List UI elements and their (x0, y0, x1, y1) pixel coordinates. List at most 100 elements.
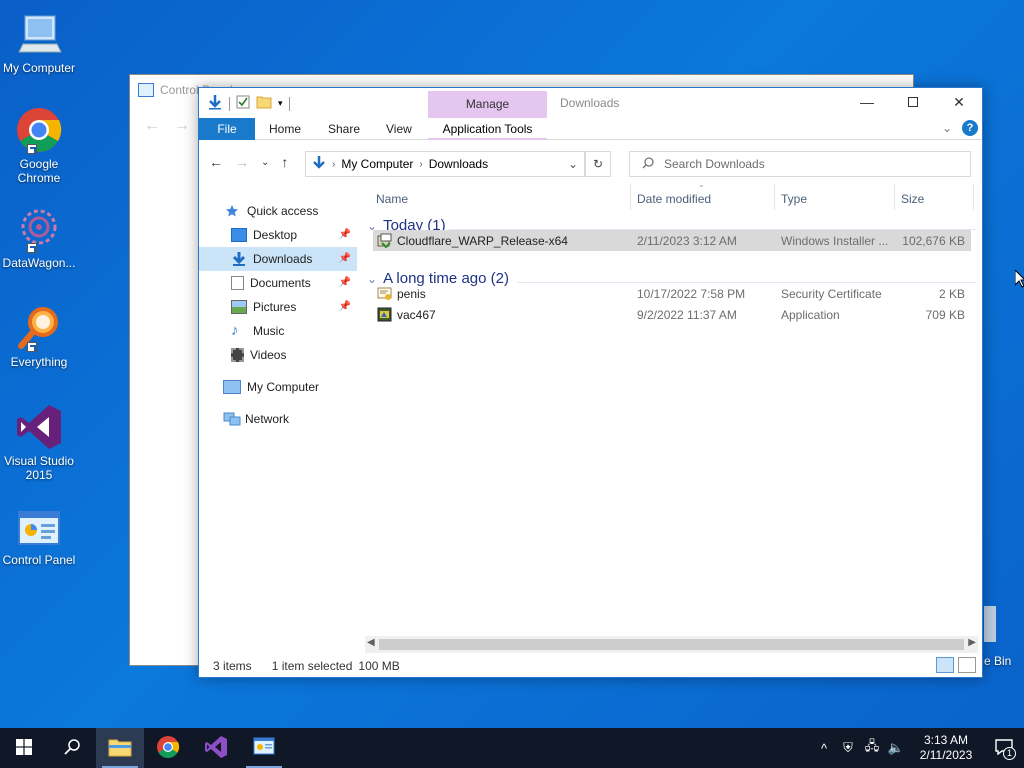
desktop-icon-label: DataWagon... (2, 256, 76, 270)
shortcut-arrow-icon (27, 144, 37, 154)
details-view-icon[interactable] (936, 657, 954, 673)
properties-checkbox-icon[interactable] (236, 95, 250, 112)
new-folder-icon[interactable] (256, 95, 272, 112)
breadcrumb-downloads[interactable]: Downloads (429, 157, 488, 171)
music-note-icon: ♪ (231, 322, 239, 339)
sort-indicator-icon: ⌄ (698, 180, 705, 189)
desktop-icon-label: e Bin (984, 654, 1012, 668)
table-row[interactable]: Cloudflare_WARP_Release-x64 2/11/2023 3:… (373, 230, 971, 251)
desktop-icon-control-panel[interactable]: Control Panel (0, 510, 78, 567)
sidebar-item-label: Videos (250, 348, 287, 362)
column-header-date-modified[interactable]: Date modified (637, 192, 711, 206)
download-arrow-icon[interactable] (207, 94, 223, 113)
pin-icon[interactable]: 📌 (339, 229, 351, 240)
taskbar-control-panel[interactable] (240, 728, 288, 768)
column-separator (894, 184, 895, 210)
desktop-icon-datawagon[interactable]: DataWagon... (0, 205, 78, 270)
sidebar-item-desktop[interactable]: Desktop 📌 (199, 223, 357, 247)
forward-arrow-icon[interactable]: → (235, 154, 249, 170)
sidebar-item-network[interactable]: Network (199, 407, 357, 431)
action-center-button[interactable]: 1 (984, 728, 1024, 768)
scroll-right-icon[interactable]: ▶ (968, 637, 976, 648)
tab-share[interactable]: Share (328, 118, 360, 140)
customize-dropdown-icon[interactable]: ▾ (278, 98, 283, 109)
network-status-icon[interactable]: 🖧 (860, 737, 884, 759)
show-hidden-icons-chevron-icon[interactable]: ^ (812, 741, 836, 756)
help-icon[interactable]: ? (962, 120, 978, 136)
large-icons-view-icon[interactable] (958, 657, 976, 673)
desktop-icon-label: Visual Studio 2015 (4, 454, 74, 482)
search-input[interactable]: Search Downloads (629, 151, 971, 177)
clock-date: 2/11/2023 (919, 748, 973, 762)
file-explorer-window[interactable]: ▾ Manage Downloads — ✕ File Home Share V… (198, 87, 983, 678)
column-header-size[interactable]: Size (901, 192, 924, 206)
sidebar-item-label: Quick access (247, 204, 319, 218)
taskbar-file-explorer[interactable] (96, 728, 144, 768)
pin-icon[interactable]: 📌 (339, 277, 351, 288)
maximize-button[interactable] (890, 88, 936, 116)
column-separator (774, 184, 775, 210)
breadcrumb-my-computer[interactable]: My Computer (341, 157, 413, 171)
desktop-icon-recycle-bin[interactable]: e Bin (984, 606, 1024, 668)
column-separator (630, 184, 631, 210)
control-panel-small-icon (138, 83, 154, 97)
search-button[interactable] (48, 728, 96, 768)
expand-ribbon-chevron-icon[interactable]: ⌄ (942, 121, 952, 135)
horizontal-scrollbar[interactable]: ◀ ▶ (365, 636, 978, 653)
computer-icon (15, 10, 63, 58)
volume-icon[interactable]: 🔈 (884, 740, 908, 756)
downloads-folder-icon (312, 155, 326, 173)
file-name: vac467 (397, 307, 436, 322)
sidebar-item-quick-access[interactable]: Quick access (199, 199, 357, 223)
star-icon (225, 204, 241, 218)
downloads-arrow-icon (231, 252, 247, 266)
up-arrow-icon[interactable]: ↑ (281, 154, 288, 170)
desktop-icon-my-computer[interactable]: My Computer (0, 10, 78, 75)
column-header-name[interactable]: Name (376, 192, 408, 206)
security-alert-icon[interactable]: ⛨ (836, 740, 860, 756)
column-header-type[interactable]: Type (781, 192, 807, 206)
table-row[interactable]: vac467 9/2/2022 11:37 AM Application 709… (373, 304, 971, 325)
sidebar-item-documents[interactable]: Documents 📌 (199, 271, 357, 295)
file-size: 102,676 KB (902, 233, 965, 248)
start-button[interactable] (0, 728, 48, 768)
scroll-left-icon[interactable]: ◀ (367, 637, 375, 648)
sidebar-item-downloads[interactable]: Downloads 📌 (199, 247, 357, 271)
sidebar-item-my-computer[interactable]: My Computer (199, 375, 357, 399)
sidebar-item-pictures[interactable]: Pictures 📌 (199, 295, 357, 319)
desktop-icon-visual-studio[interactable]: Visual Studio 2015 (0, 403, 78, 482)
pin-icon[interactable]: 📌 (339, 253, 351, 264)
tab-file[interactable]: File (199, 118, 255, 140)
desktop-icon-google-chrome[interactable]: Google Chrome (0, 106, 78, 185)
computer-icon (223, 380, 241, 394)
network-icon (223, 412, 241, 426)
shortcut-arrow-icon (27, 342, 37, 352)
desktop-icon-everything[interactable]: Everything (0, 304, 78, 369)
table-row[interactable]: penis 10/17/2022 7:58 PM Security Certif… (373, 283, 971, 304)
view-toggle (936, 657, 976, 673)
pin-icon[interactable]: 📌 (339, 301, 351, 312)
sidebar-item-music[interactable]: ♪ Music (199, 319, 357, 343)
minimize-button[interactable]: — (844, 88, 890, 116)
tab-application-tools[interactable]: Application Tools (428, 118, 547, 140)
visual-studio-icon (15, 403, 63, 451)
taskbar-visual-studio[interactable] (192, 728, 240, 768)
pictures-icon (231, 300, 247, 314)
scrollbar-thumb[interactable] (379, 639, 964, 650)
window-controls: — ✕ (844, 88, 982, 116)
close-button[interactable]: ✕ (936, 88, 982, 116)
ribbon-tabs: File Home Share View Application Tools ⌄… (199, 118, 982, 140)
back-arrow-icon[interactable]: ← (209, 154, 223, 170)
file-date: 10/17/2022 7:58 PM (637, 286, 746, 301)
manage-contextual-tab[interactable]: Manage (428, 91, 547, 118)
recent-locations-chevron-icon[interactable]: ⌄ (261, 157, 269, 168)
address-bar[interactable]: › My Computer › Downloads ⌄ (305, 151, 585, 177)
clock[interactable]: 3:13 AM 2/11/2023 (908, 733, 984, 763)
refresh-button[interactable]: ↻ (585, 151, 611, 177)
sidebar-item-videos[interactable]: Videos (199, 343, 357, 367)
tab-home[interactable]: Home (269, 118, 301, 140)
taskbar-chrome[interactable] (144, 728, 192, 768)
address-dropdown-icon[interactable]: ⌄ (568, 157, 578, 171)
control-panel-icon (252, 737, 276, 760)
tab-view[interactable]: View (386, 118, 412, 140)
